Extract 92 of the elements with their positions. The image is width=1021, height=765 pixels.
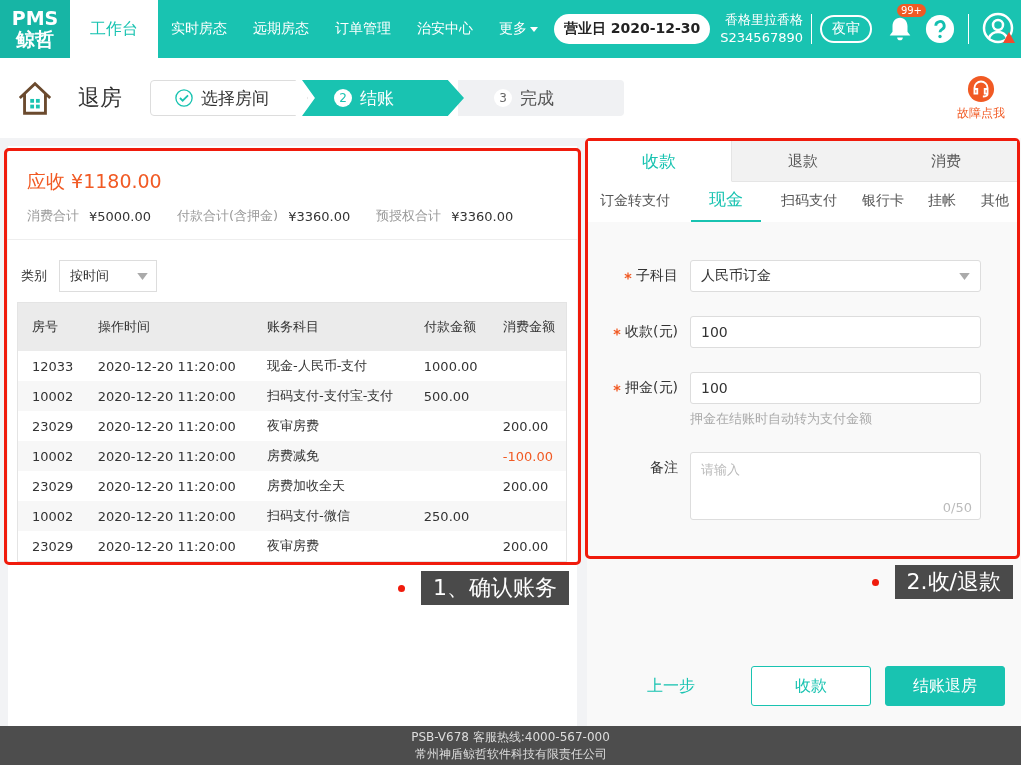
table-cell: 10002 [17, 501, 84, 531]
table-cell: 2020-12-20 11:20:00 [83, 531, 254, 562]
table-cell: 200.00 [488, 411, 567, 441]
table-cell: -100.00 [488, 441, 567, 471]
nav-tab[interactable]: 远期房态 [240, 0, 322, 58]
column-header: 消费金额 [488, 302, 567, 351]
field-label: 备注 [650, 459, 678, 477]
step: 3 完成 [458, 80, 624, 116]
table-cell: 23029 [17, 471, 84, 501]
column-header: 账务科目 [253, 302, 410, 351]
table-cell: 房费加收全天 [253, 471, 410, 501]
table-cell: 250.00 [409, 501, 489, 531]
field-hint: 押金在结账时自动转为支付金额 [690, 410, 873, 428]
receivable-amount: 应收 ¥1180.00 [26, 169, 163, 194]
field-label: 押金(元) [625, 379, 678, 397]
tab[interactable]: 收款 [588, 141, 732, 182]
dropdown-icon [137, 272, 148, 280]
table-cell: 2020-12-20 11:20:00 [83, 411, 254, 441]
total-value: ¥5000.00 [89, 208, 152, 224]
business-day-badge: 营业日 2020-12-30 [553, 14, 711, 44]
table-cell: 扫码支付-微信 [253, 501, 410, 531]
checkout-button[interactable]: 结账退房 [885, 666, 1005, 706]
help-icon[interactable] [925, 14, 955, 44]
tab[interactable]: 退款 [731, 141, 875, 182]
column-header: 付款金额 [409, 302, 489, 351]
nav-tab[interactable]: 治安中心 [404, 0, 486, 58]
step: 2 结账 [302, 80, 464, 116]
table-cell: 房费减免 [253, 441, 410, 471]
annotation-callout: 2.收/退款 [894, 565, 1013, 599]
column-header: 房号 [17, 302, 84, 351]
table-cell: 现金-人民币-支付 [253, 351, 410, 381]
previous-step-link[interactable]: 上一步 [647, 675, 737, 697]
column-header: 操作时间 [83, 302, 254, 351]
house-icon [16, 79, 54, 117]
input-field[interactable]: 100 [690, 372, 981, 404]
nav-tab[interactable]: 实时房态 [158, 0, 240, 58]
field-label: 收款(元) [625, 323, 678, 341]
help-link[interactable]: 故障点我 [957, 104, 1005, 122]
select-field[interactable]: 人民币订金 [690, 260, 981, 292]
annotation-dot [871, 578, 879, 586]
input-field[interactable]: 100 [690, 316, 981, 348]
payment-method-tab[interactable]: 挂帐 [924, 182, 961, 222]
filter-label: 类别 [21, 267, 47, 285]
category-select[interactable]: 按时间 [59, 260, 157, 292]
footer-text: PSB-V678 客服热线:4000-567-000 [411, 728, 610, 746]
table-cell: 500.00 [409, 381, 489, 411]
payment-method-tab[interactable]: 扫码支付 [777, 182, 842, 222]
night-audit-button[interactable]: 夜审 [820, 15, 872, 43]
hotel-name: 香格里拉香格 [725, 10, 803, 29]
table-cell: 2020-12-20 11:20:00 [83, 381, 254, 411]
remark-field[interactable]: 请输入 0/50 [690, 452, 981, 520]
table-cell: 1000.00 [409, 351, 489, 381]
nav-tab[interactable]: 订单管理 [322, 0, 404, 58]
tab[interactable]: 消费 [874, 141, 1017, 182]
nav-tab[interactable]: 更多 [486, 0, 551, 58]
payment-method-tab[interactable]: 其他 [976, 182, 1013, 222]
total-value: ¥3360.00 [451, 208, 514, 224]
table-cell: 12033 [17, 351, 84, 381]
check-icon [175, 89, 193, 107]
table-cell: 2020-12-20 11:20:00 [83, 471, 254, 501]
payment-method-tab[interactable]: 现金 [690, 182, 761, 222]
dropdown-icon [959, 272, 970, 280]
table-cell: 10002 [17, 441, 84, 471]
logo: PMS 鲸哲 [0, 0, 70, 58]
notification-badge: 99+ [896, 4, 926, 17]
page-title: 退房 [78, 84, 122, 112]
table-cell: 23029 [17, 411, 84, 441]
annotation-dot [398, 584, 405, 592]
hotel-code: S234567890 [720, 29, 803, 47]
annotation-callout: 1、确认账务 [421, 571, 569, 605]
payment-method-tab[interactable]: 订金转支付 [596, 182, 674, 222]
table-cell: 夜审房费 [253, 531, 410, 562]
total-label: 预授权合计 [376, 207, 442, 225]
nav-tab[interactable]: 工作台 [70, 0, 158, 58]
table-cell: 2020-12-20 11:20:00 [83, 501, 254, 531]
total-label: 消费合计 [27, 207, 79, 225]
table-cell: 2020-12-20 11:20:00 [83, 351, 254, 381]
footer-text: 常州神盾鲸哲软件科技有限责任公司 [414, 745, 607, 763]
table-cell: 夜审房费 [253, 411, 410, 441]
table-cell: 23029 [17, 531, 84, 562]
user-warning-icon[interactable] [982, 12, 1016, 46]
table-cell: 扫码支付-支付宝-支付 [253, 381, 410, 411]
table-cell: 200.00 [488, 471, 567, 501]
table-cell: 10002 [17, 381, 84, 411]
field-label: 子科目 [636, 267, 678, 285]
total-value: ¥3360.00 [288, 208, 351, 224]
payment-method-tab[interactable]: 银行卡 [857, 182, 908, 222]
total-label: 付款合计(含押金) [177, 207, 279, 225]
collect-button[interactable]: 收款 [751, 666, 871, 706]
table-cell: 2020-12-20 11:20:00 [83, 441, 254, 471]
headset-icon[interactable] [967, 74, 995, 103]
table-cell: 200.00 [488, 531, 567, 562]
